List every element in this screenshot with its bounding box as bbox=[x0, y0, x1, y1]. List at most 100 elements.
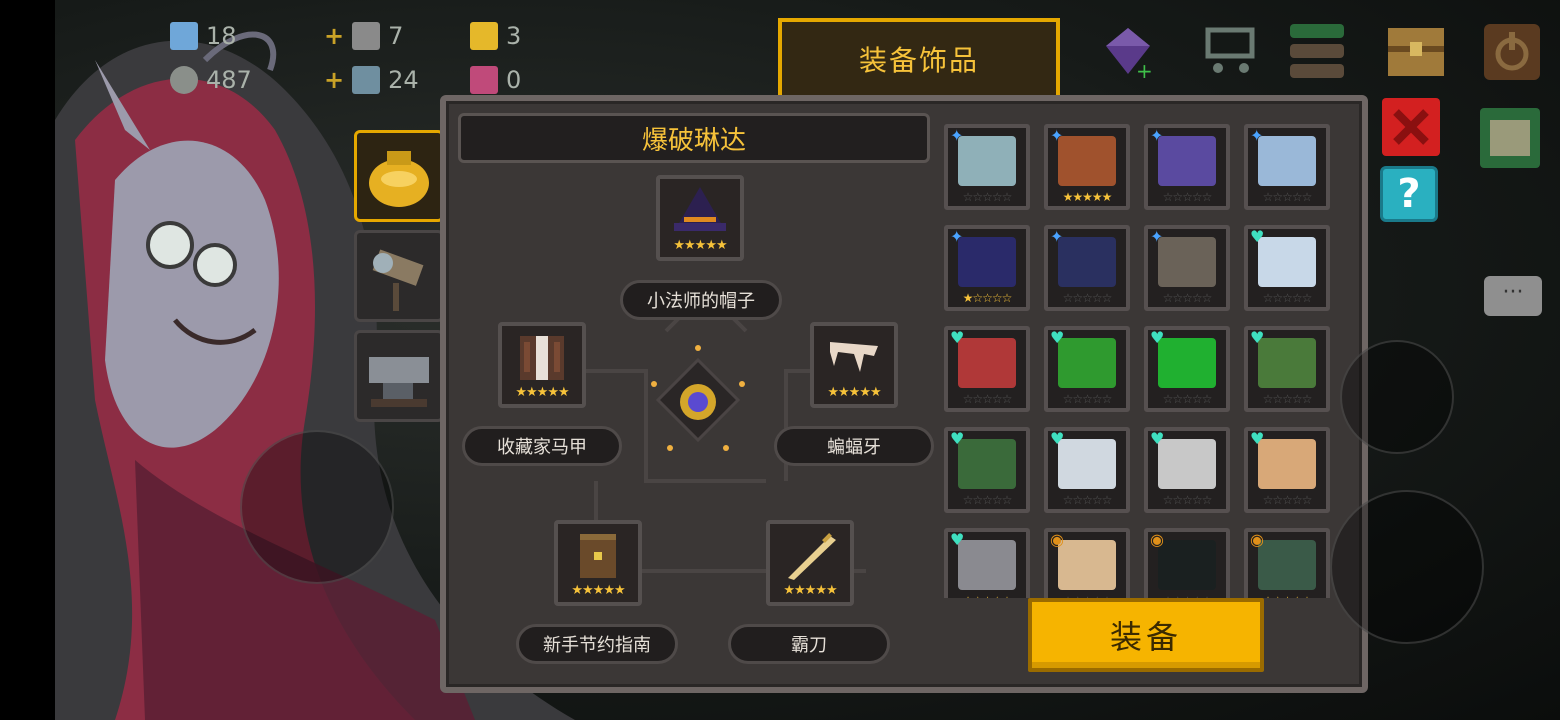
slot-armor[interactable]: ★★★★★ bbox=[498, 322, 586, 408]
lightning-shield-icon bbox=[958, 136, 1016, 186]
inventory-item[interactable]: ♥ ☆☆☆☆☆ bbox=[944, 427, 1030, 513]
rarity-mark-icon: ♥ bbox=[1050, 328, 1065, 347]
seed-icon bbox=[470, 66, 498, 94]
inventory-item[interactable]: ✦ ☆☆☆☆☆ bbox=[1144, 225, 1230, 311]
nerd-face-icon bbox=[1258, 439, 1316, 489]
item-stars: ☆☆☆☆☆ bbox=[1162, 190, 1213, 204]
inventory-item[interactable]: ◉★☆☆☆☆ bbox=[1244, 528, 1330, 598]
rune-shield-icon bbox=[1158, 136, 1216, 186]
rarity-mark-icon: ◉ bbox=[1050, 530, 1064, 549]
resource-value: 7 bbox=[388, 22, 404, 50]
inventory-item[interactable]: ◉☆☆☆☆☆ bbox=[1144, 528, 1230, 598]
resource-coins: 487 bbox=[170, 66, 252, 94]
slot-label-armor: 收藏家马甲 bbox=[462, 426, 622, 466]
item-stars: ☆☆☆☆☆ bbox=[962, 190, 1013, 204]
inventory-item[interactable]: ♥ ☆☆☆☆☆ bbox=[1044, 326, 1130, 412]
inventory-item[interactable]: ♥ ☆☆☆☆☆ bbox=[1144, 427, 1230, 513]
gold-key-icon bbox=[470, 22, 498, 50]
power-icon[interactable] bbox=[1480, 20, 1544, 84]
chat-button[interactable]: ··· bbox=[1484, 276, 1542, 316]
coin-icon bbox=[170, 66, 198, 94]
antler-icon bbox=[1058, 136, 1116, 186]
rarity-mark-icon: ♥ bbox=[1150, 429, 1165, 448]
slot-label-weapon: 霸刀 bbox=[728, 624, 890, 664]
action-joystick[interactable] bbox=[1330, 490, 1484, 644]
inventory-item[interactable]: ✦ ☆☆☆☆☆ bbox=[1144, 124, 1230, 210]
slot-stars: ★★★★★ bbox=[783, 583, 837, 598]
material-box-icon bbox=[352, 66, 381, 94]
plus-icon[interactable]: + bbox=[324, 66, 344, 94]
inventory-item[interactable]: ✦ ☆☆☆☆☆ bbox=[1244, 124, 1330, 210]
inventory-item[interactable]: ◉☆☆☆☆☆ bbox=[1044, 528, 1130, 598]
navy-robe-icon bbox=[958, 237, 1016, 287]
help-button[interactable]: ? bbox=[1380, 166, 1438, 222]
slot-weapon[interactable]: ★★★★★ bbox=[766, 520, 854, 606]
inventory-item[interactable]: ♥ ★☆☆☆☆ bbox=[944, 528, 1030, 598]
rarity-mark-icon: ◉ bbox=[1250, 530, 1264, 549]
fish-cannon-icon bbox=[1258, 540, 1316, 590]
map-icon[interactable] bbox=[1478, 106, 1542, 170]
chest-icon[interactable] bbox=[1384, 20, 1448, 84]
item-stars: ☆☆☆☆☆ bbox=[1062, 493, 1113, 507]
slot-book[interactable]: ★★★★★ bbox=[554, 520, 642, 606]
gold-pot-icon bbox=[369, 151, 429, 207]
hero-name: 爆破琳达 bbox=[458, 113, 930, 163]
slot-hat[interactable]: ★★★★★ bbox=[656, 175, 744, 261]
close-icon[interactable] bbox=[1380, 96, 1442, 158]
move-joystick[interactable] bbox=[240, 430, 394, 584]
item-stars: ☆☆☆☆☆ bbox=[1062, 291, 1113, 305]
slot-label-hat: 小法师的帽子 bbox=[620, 280, 782, 320]
server-stack-icon[interactable] bbox=[1286, 20, 1348, 82]
tab-pets[interactable] bbox=[354, 230, 444, 322]
inventory-item[interactable]: ♥ ☆☆☆☆☆ bbox=[1144, 326, 1230, 412]
resource-gems: 18 bbox=[170, 22, 237, 50]
material-box-icon bbox=[352, 22, 381, 50]
tab-materials[interactable] bbox=[354, 330, 444, 422]
inventory-item[interactable]: ♥ ☆☆☆☆☆ bbox=[1244, 326, 1330, 412]
treasure-chest-icon bbox=[1058, 540, 1116, 590]
rarity-mark-icon: ♥ bbox=[1250, 328, 1265, 347]
plus-icon[interactable]: + bbox=[324, 22, 344, 50]
item-stars: ☆☆☆☆☆ bbox=[962, 392, 1013, 406]
rarity-mark-icon: ✦ bbox=[1150, 227, 1164, 246]
item-stars: ☆☆☆☆☆ bbox=[1262, 190, 1313, 204]
dark-mask-icon bbox=[1158, 540, 1216, 590]
inventory-item[interactable]: ♥ ☆☆☆☆☆ bbox=[1244, 427, 1330, 513]
inventory-item[interactable]: ✦ ☆☆☆☆☆ bbox=[944, 124, 1030, 210]
tank-icon bbox=[958, 439, 1016, 489]
diamond-shop-icon[interactable]: + bbox=[1098, 22, 1158, 82]
wizard-hat-icon bbox=[674, 187, 726, 231]
tab-accessories[interactable] bbox=[354, 130, 444, 222]
item-stars: ☆☆☆☆☆ bbox=[1262, 493, 1313, 507]
anvil-icon bbox=[369, 357, 429, 407]
rarity-mark-icon: ✦ bbox=[950, 227, 964, 246]
resource-material-1[interactable]: + 7 bbox=[324, 22, 403, 50]
slot-stars: ★★★★★ bbox=[827, 385, 881, 400]
slot-label-book: 新手节约指南 bbox=[516, 624, 678, 664]
resource-value: 3 bbox=[506, 22, 522, 50]
inventory-item[interactable]: ✦ ★★★★★ bbox=[1044, 124, 1130, 210]
slot-accessory[interactable]: ★★★★★ bbox=[810, 322, 898, 408]
inventory-item[interactable]: ♥ ☆☆☆☆☆ bbox=[944, 326, 1030, 412]
equip-button[interactable]: 装备 bbox=[1028, 598, 1264, 672]
inventory-item[interactable]: ✦ ☆☆☆☆☆ bbox=[1044, 225, 1130, 311]
skill-button[interactable] bbox=[1340, 340, 1454, 454]
inventory-item[interactable]: ♥ ☆☆☆☆☆ bbox=[1244, 225, 1330, 311]
inventory-grid: ✦ ☆☆☆☆☆ ✦ ★★★★★ ✦ ☆☆☆☆☆ ✦ ☆☆☆☆☆ ✦ ★☆☆☆☆ ✦ ☆☆☆☆☆ ✦ ☆☆☆… bbox=[942, 122, 1342, 598]
slot-stars: ★★★★★ bbox=[515, 385, 569, 400]
gem-icon bbox=[170, 22, 198, 50]
iron-helmet-icon bbox=[958, 540, 1016, 590]
item-stars: ★☆☆☆☆ bbox=[962, 291, 1013, 305]
resource-material-2[interactable]: + 24 bbox=[324, 66, 419, 94]
cart-icon[interactable] bbox=[1200, 20, 1262, 82]
resource-value: 487 bbox=[206, 66, 252, 94]
slot-label-accessory: 蝙蝠牙 bbox=[774, 426, 934, 466]
inventory-item[interactable]: ♥ ☆☆☆☆☆ bbox=[1044, 427, 1130, 513]
tab-equip-accessories[interactable]: 装备饰品 bbox=[778, 18, 1060, 100]
resource-seeds: 0 bbox=[470, 66, 521, 94]
item-stars: ☆☆☆☆☆ bbox=[1162, 493, 1213, 507]
item-stars: ☆☆☆☆☆ bbox=[1162, 291, 1213, 305]
inventory-item[interactable]: ✦ ★☆☆☆☆ bbox=[944, 225, 1030, 311]
item-stars: ☆☆☆☆☆ bbox=[1262, 392, 1313, 406]
rarity-mark-icon: ✦ bbox=[1250, 126, 1264, 145]
